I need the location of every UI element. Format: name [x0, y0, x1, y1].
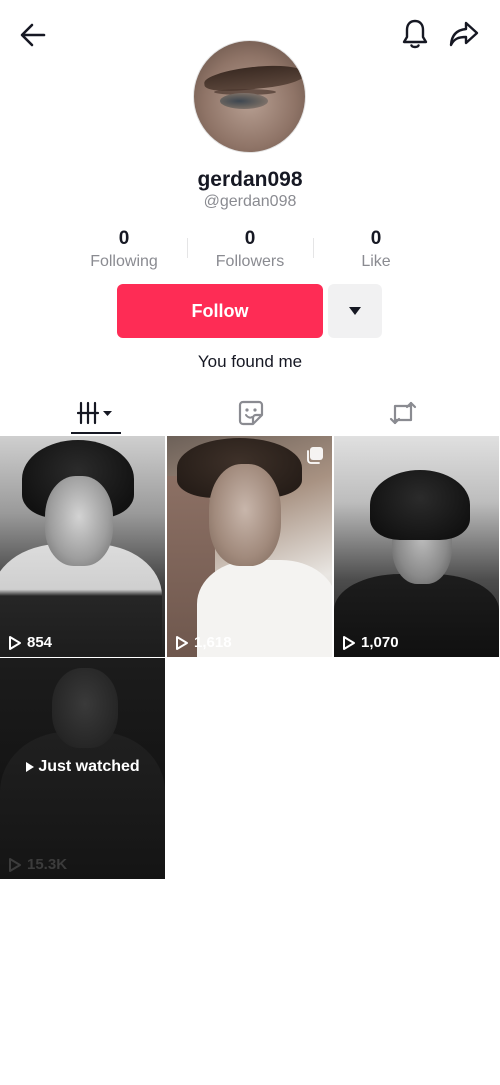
view-count: 15.3K [8, 856, 67, 873]
view-count-text: 15.3K [27, 856, 68, 873]
video-tile[interactable]: 1,618 [167, 436, 332, 657]
notification-button[interactable] [396, 14, 434, 54]
just-watched-text: Just watched [38, 758, 140, 775]
view-count-text: 1,070 [361, 634, 399, 651]
back-button[interactable] [14, 16, 52, 54]
follow-button[interactable]: Follow [117, 284, 323, 338]
stat-followers[interactable]: 0 Followers [190, 228, 310, 273]
repost-icon [389, 401, 417, 425]
tab-reposts[interactable] [370, 390, 436, 436]
view-count: 1,618 [175, 634, 232, 651]
thumbnail-figure [370, 470, 470, 540]
sticker-icon [238, 400, 264, 426]
followers-label: Followers [215, 253, 285, 270]
avatar[interactable] [193, 40, 306, 153]
play-outline-icon [175, 635, 189, 651]
arrow-left-icon [20, 23, 46, 47]
view-count: 854 [8, 634, 52, 651]
stat-likes[interactable]: 0 Like [316, 228, 436, 273]
suggested-accounts-button[interactable] [328, 284, 382, 338]
video-tile[interactable]: 854 [0, 436, 165, 657]
caret-down-icon [349, 307, 361, 315]
thumbnail-figure [45, 476, 113, 566]
avatar-eye [220, 93, 268, 109]
play-outline-icon [342, 635, 356, 651]
play-outline-icon [8, 635, 22, 651]
videos-grid-icon [77, 401, 112, 425]
thumbnail-figure [209, 464, 281, 566]
user-handle: @gerdan098 [203, 193, 297, 210]
bell-icon [402, 19, 428, 49]
play-outline-icon [8, 857, 22, 873]
stat-divider [187, 238, 188, 258]
multi-photo-icon [307, 447, 323, 464]
active-tab-indicator [71, 432, 121, 434]
stat-divider [313, 238, 314, 258]
play-filled-icon [25, 761, 35, 773]
likes-count: 0 [370, 228, 382, 249]
profile-page: gerdan098 @gerdan098 0 Following 0 Follo… [0, 0, 500, 1085]
just-watched-label: Just watched [0, 758, 165, 776]
share-button[interactable] [444, 14, 484, 54]
view-count-text: 1,618 [194, 634, 232, 651]
bio: You found me [197, 352, 303, 371]
view-count: 1,070 [342, 634, 399, 651]
video-tile[interactable]: 1,070 [334, 436, 499, 657]
view-count-text: 854 [27, 634, 53, 651]
followers-count: 0 [244, 228, 256, 249]
likes-label: Like [361, 253, 391, 270]
thumbnail-figure [52, 668, 118, 748]
following-label: Following [90, 253, 158, 270]
video-tile[interactable]: Just watched 15.3K [0, 658, 165, 879]
tab-videos[interactable] [64, 390, 130, 436]
stat-following[interactable]: 0 Following [64, 228, 184, 273]
following-count: 0 [118, 228, 130, 249]
username: gerdan098 [197, 168, 303, 191]
tab-liked[interactable] [218, 390, 284, 436]
share-arrow-icon [449, 21, 479, 47]
